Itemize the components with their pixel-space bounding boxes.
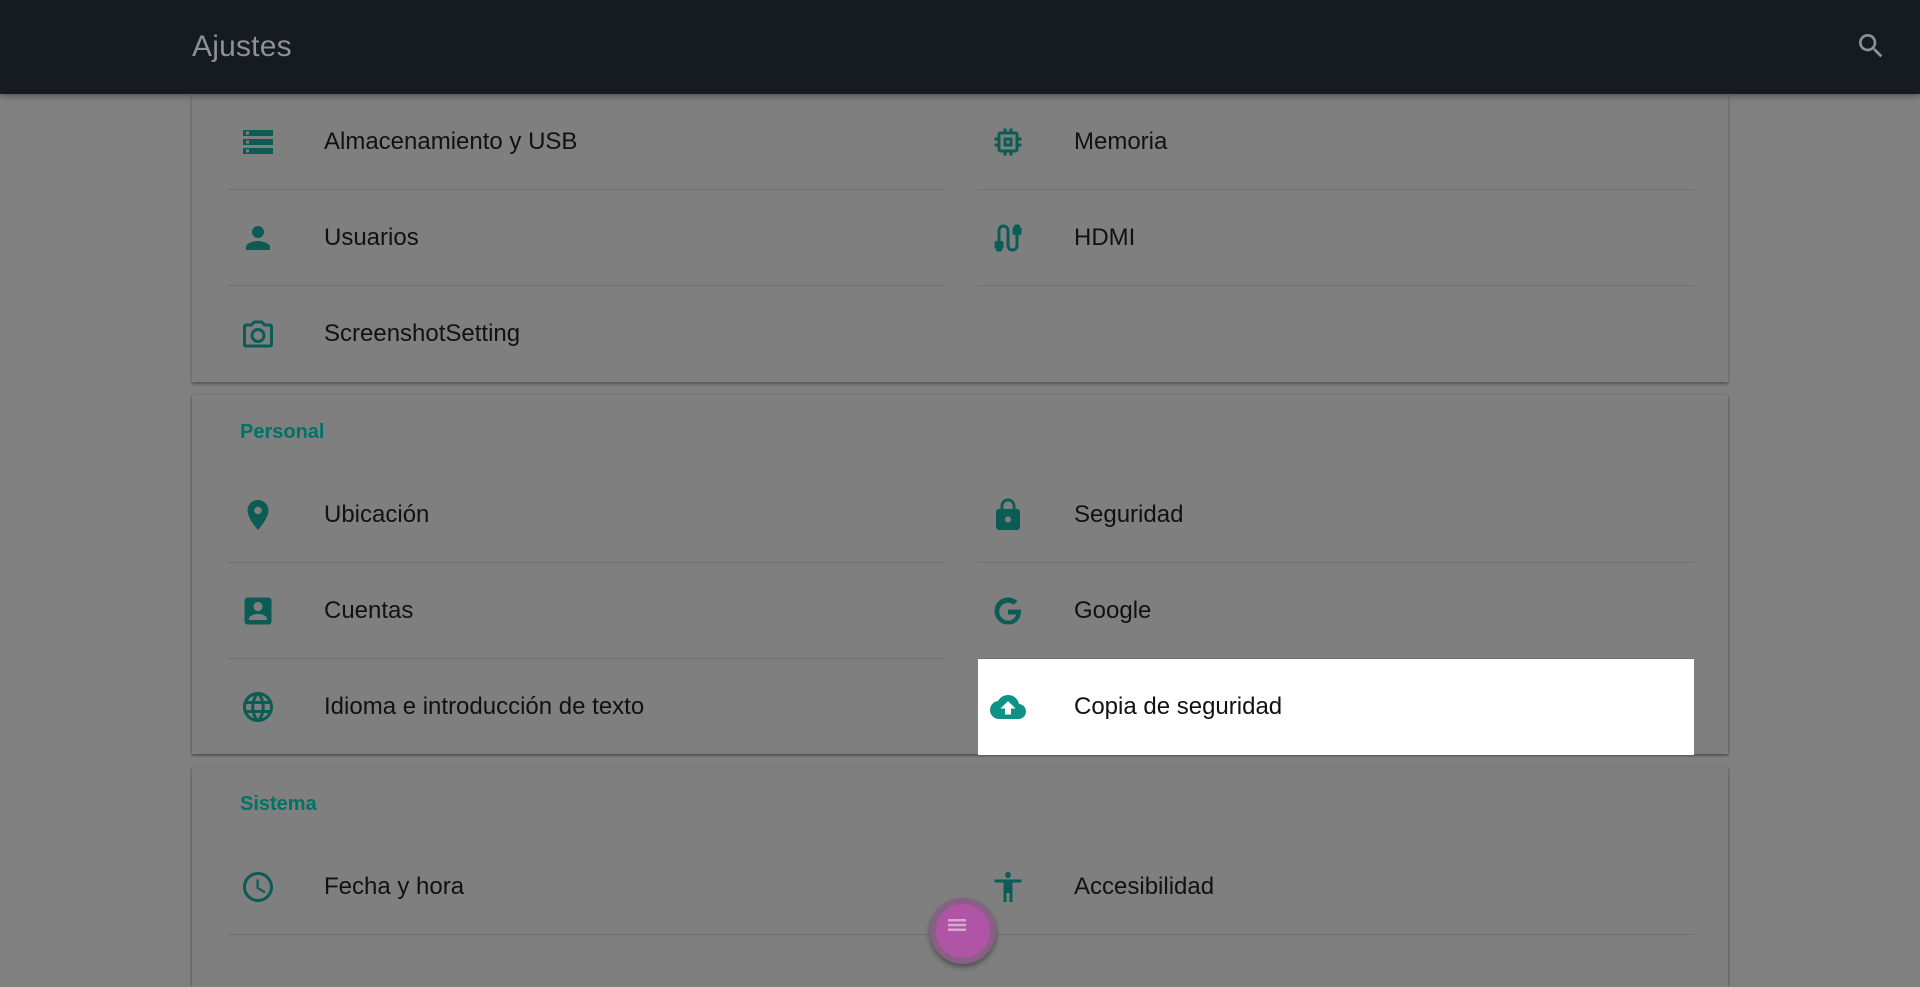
page-title: Ajustes bbox=[192, 30, 292, 63]
setting-item-security[interactable]: Seguridad bbox=[978, 467, 1694, 563]
floating-menu-button[interactable] bbox=[930, 898, 996, 964]
account-box-icon bbox=[240, 593, 276, 629]
storage-icon bbox=[240, 124, 276, 160]
setting-item-label: Idioma e introducción de texto bbox=[324, 693, 645, 720]
accessibility-icon bbox=[990, 869, 1026, 905]
device-settings-card: Almacenamiento y USB Memoria Usuarios HD… bbox=[192, 94, 1728, 382]
setting-item-backup[interactable]: Copia de seguridad bbox=[978, 659, 1694, 755]
setting-item-label: ScreenshotSetting bbox=[324, 320, 521, 347]
section-header-personal: Personal bbox=[240, 421, 325, 443]
setting-item-label: Accesibilidad bbox=[1074, 873, 1215, 900]
setting-item-google[interactable]: Google bbox=[978, 563, 1694, 659]
setting-item-accessibility[interactable]: Accesibilidad bbox=[978, 839, 1694, 935]
setting-item-label: HDMI bbox=[1074, 224, 1136, 251]
setting-item-label: Ubicación bbox=[324, 501, 430, 528]
setting-item-label: Usuarios bbox=[324, 224, 419, 251]
cloud-upload-icon bbox=[990, 689, 1026, 725]
setting-item-storage[interactable]: Almacenamiento y USB bbox=[228, 94, 944, 190]
setting-item-accounts[interactable]: Cuentas bbox=[228, 563, 944, 659]
section-header-system: Sistema bbox=[240, 793, 317, 815]
setting-item-label: Seguridad bbox=[1074, 501, 1184, 528]
setting-item-label: Memoria bbox=[1074, 128, 1168, 155]
camera-icon bbox=[240, 316, 276, 352]
setting-item-users[interactable]: Usuarios bbox=[228, 190, 944, 286]
setting-item-label: Cuentas bbox=[324, 597, 414, 624]
setting-item-label: Copia de seguridad bbox=[1074, 693, 1283, 720]
setting-item-hdmi[interactable]: HDMI bbox=[978, 190, 1694, 286]
setting-item-label: Fecha y hora bbox=[324, 873, 465, 900]
person-icon bbox=[240, 220, 276, 256]
personal-settings-card: Personal Ubicación Seguridad Cuentas Goo… bbox=[192, 395, 1728, 755]
location-pin-icon bbox=[240, 497, 276, 533]
setting-item-label: Google bbox=[1074, 597, 1152, 624]
clock-icon bbox=[240, 869, 276, 905]
setting-item-location[interactable]: Ubicación bbox=[228, 467, 944, 563]
cable-icon bbox=[990, 220, 1026, 256]
menu-icon bbox=[948, 919, 966, 931]
memory-icon bbox=[990, 124, 1026, 160]
setting-item-date-time[interactable]: Fecha y hora bbox=[228, 839, 944, 935]
globe-icon bbox=[240, 689, 276, 725]
setting-item-label: Almacenamiento y USB bbox=[324, 128, 578, 155]
app-bar: Ajustes bbox=[0, 0, 1920, 94]
setting-item-language[interactable]: Idioma e introducción de texto bbox=[228, 659, 944, 755]
setting-item-memory[interactable]: Memoria bbox=[978, 94, 1694, 190]
setting-item-screenshot[interactable]: ScreenshotSetting bbox=[228, 286, 944, 382]
google-icon bbox=[990, 593, 1026, 629]
lock-icon bbox=[990, 497, 1026, 533]
search-icon[interactable] bbox=[1855, 30, 1887, 62]
